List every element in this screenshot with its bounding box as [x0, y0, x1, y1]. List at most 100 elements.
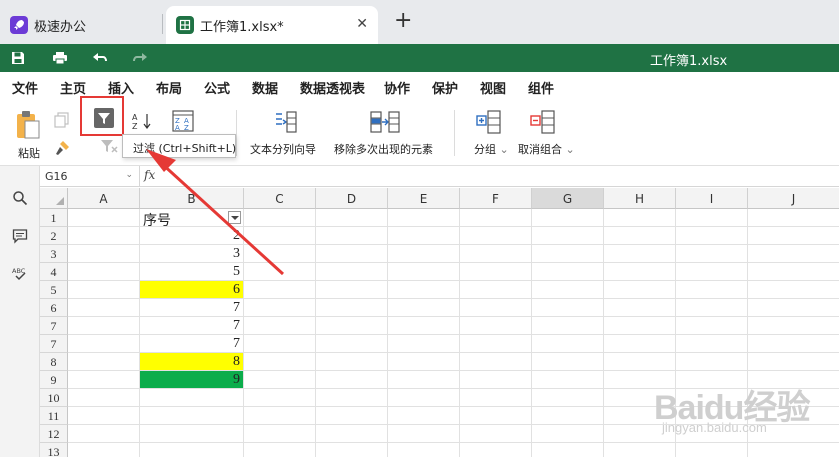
menu-insert[interactable]: 插入 [108, 78, 134, 97]
close-icon[interactable]: ✕ [356, 16, 368, 32]
grid-cell[interactable] [748, 209, 839, 227]
grid-cell[interactable] [460, 281, 532, 299]
grid-cell[interactable] [68, 425, 140, 443]
grid-cell[interactable] [388, 407, 460, 425]
grid-cell[interactable] [244, 209, 316, 227]
grid-cell[interactable] [316, 407, 388, 425]
value-cell[interactable]: 2 [140, 227, 244, 245]
grid-cell[interactable] [68, 389, 140, 407]
grid-cell[interactable] [244, 227, 316, 245]
grid-cell[interactable] [532, 209, 604, 227]
grid-cell[interactable] [316, 227, 388, 245]
select-all-corner[interactable] [40, 188, 68, 209]
grid-cell[interactable] [388, 353, 460, 371]
remove-duplicates-button[interactable] [370, 110, 400, 134]
grid-cell[interactable] [604, 443, 676, 457]
grid-cell[interactable] [532, 263, 604, 281]
paste-button[interactable] [14, 110, 42, 140]
grid-cell[interactable] [532, 389, 604, 407]
menu-collaborate[interactable]: 协作 [384, 78, 410, 97]
undo-icon[interactable] [90, 48, 110, 68]
column-header-a[interactable]: A [68, 188, 140, 209]
grid-cell[interactable] [68, 299, 140, 317]
new-tab-button[interactable]: + [394, 10, 412, 32]
grid-cell[interactable] [68, 245, 140, 263]
grid-cell[interactable] [68, 263, 140, 281]
grid-cell[interactable] [460, 353, 532, 371]
column-header-c[interactable]: C [244, 188, 316, 209]
grid-cell[interactable] [532, 227, 604, 245]
menu-components[interactable]: 组件 [528, 78, 554, 97]
header-cell[interactable]: 序号 [140, 209, 244, 227]
grid-cell[interactable] [388, 443, 460, 457]
grid-cell[interactable] [676, 317, 748, 335]
grid-cell[interactable] [244, 299, 316, 317]
menu-formula[interactable]: 公式 [204, 78, 230, 97]
grid-cell[interactable] [604, 245, 676, 263]
row-header[interactable]: 10 [40, 389, 68, 407]
grid-cell[interactable] [244, 335, 316, 353]
grid-cell[interactable] [244, 389, 316, 407]
grid-cell[interactable] [460, 227, 532, 245]
row-header[interactable]: 9 [40, 371, 68, 389]
text-to-columns-button[interactable] [274, 110, 298, 134]
row-header[interactable]: 5 [40, 281, 68, 299]
grid-cell[interactable] [68, 371, 140, 389]
grid-cell[interactable] [532, 335, 604, 353]
value-cell[interactable]: 5 [140, 263, 244, 281]
grid-cell[interactable] [140, 407, 244, 425]
grid-cell[interactable] [244, 263, 316, 281]
value-cell[interactable]: 8 [140, 353, 244, 371]
grid-cell[interactable] [316, 443, 388, 457]
grid-cell[interactable] [388, 245, 460, 263]
format-painter-icon[interactable] [54, 140, 70, 156]
grid-cell[interactable] [316, 371, 388, 389]
row-header[interactable]: 4 [40, 263, 68, 281]
grid-cell[interactable] [676, 443, 748, 457]
grid-cell[interactable] [68, 353, 140, 371]
grid-cell[interactable] [604, 227, 676, 245]
grid-cell[interactable] [140, 443, 244, 457]
grid-cell[interactable] [388, 389, 460, 407]
filter-dropdown-icon[interactable] [228, 211, 241, 224]
column-header-b[interactable]: B [140, 188, 244, 209]
search-icon[interactable] [10, 188, 30, 208]
grid-cell[interactable] [676, 281, 748, 299]
value-cell[interactable]: 3 [140, 245, 244, 263]
grid-cell[interactable] [388, 263, 460, 281]
value-cell[interactable]: 7 [140, 335, 244, 353]
grid-cell[interactable] [388, 425, 460, 443]
grid-cell[interactable] [676, 335, 748, 353]
grid-cell[interactable] [676, 263, 748, 281]
grid-cell[interactable] [244, 371, 316, 389]
print-icon[interactable] [50, 48, 70, 68]
column-header-g[interactable]: G [532, 188, 604, 209]
custom-sort-icon[interactable]: Z A A Z [172, 110, 194, 132]
function-icon[interactable]: fx [144, 168, 155, 182]
column-header-i[interactable]: I [676, 188, 748, 209]
tab-jisu-office[interactable]: 极速办公 [0, 6, 162, 44]
grid-cell[interactable] [316, 281, 388, 299]
row-header[interactable]: 11 [40, 407, 68, 425]
grid-cell[interactable] [68, 209, 140, 227]
grid-cell[interactable] [532, 407, 604, 425]
grid-cell[interactable] [388, 299, 460, 317]
grid-cell[interactable] [532, 317, 604, 335]
grid-cell[interactable] [68, 335, 140, 353]
tab-workbook[interactable]: 工作簿1.xlsx* ✕ [166, 6, 378, 44]
redo-icon[interactable] [130, 48, 150, 68]
grid-cell[interactable] [460, 407, 532, 425]
sort-ascending-icon[interactable]: A Z [132, 112, 152, 130]
grid-cell[interactable] [748, 299, 839, 317]
row-header[interactable]: 3 [40, 245, 68, 263]
group-button[interactable] [476, 110, 502, 134]
grid-cell[interactable] [140, 425, 244, 443]
grid-cell[interactable] [532, 299, 604, 317]
column-header-j[interactable]: J [748, 188, 839, 209]
column-header-f[interactable]: F [460, 188, 532, 209]
grid-cell[interactable] [460, 245, 532, 263]
ungroup-button[interactable] [530, 110, 556, 134]
grid-cell[interactable] [532, 443, 604, 457]
spellcheck-icon[interactable]: ABC [10, 264, 30, 284]
grid-cell[interactable] [316, 245, 388, 263]
